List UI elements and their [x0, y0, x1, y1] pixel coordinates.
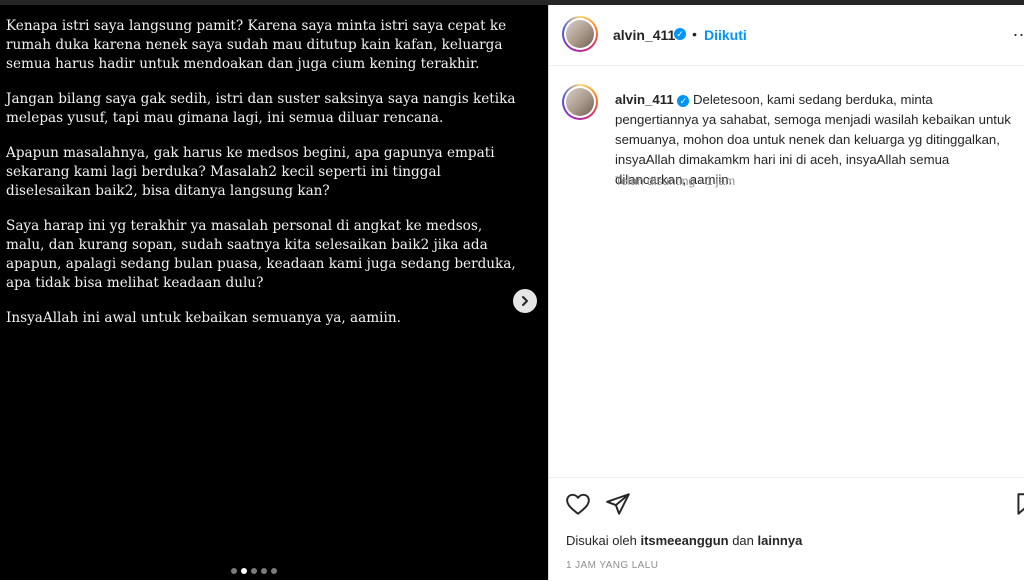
following-button[interactable]: Diikuti [704, 27, 747, 43]
caption-text: Deletesoon, kami sedang berduka, minta p… [615, 92, 1011, 187]
post-sidebar: alvin_411 ✓ • Diikuti ... alvin_411 ✓ De… [548, 5, 1024, 580]
likes-summary: Disukai oleh itsmeeanggun dan lainnya [566, 533, 802, 548]
carousel-dot [261, 568, 267, 574]
likes-prefix: Disukai oleh [566, 533, 637, 548]
caption-avatar[interactable] [562, 84, 598, 120]
story-paragraph: Jangan bilang saya gak sedih, istri dan … [6, 91, 516, 126]
chevron-right-icon [522, 296, 528, 306]
likes-others-link[interactable]: lainnya [758, 533, 803, 548]
story-text: Kenapa istri saya langsung pamit? Karena… [6, 17, 516, 344]
carousel-dot-active [241, 568, 247, 574]
verified-icon: ✓ [674, 28, 686, 40]
carousel-indicator [231, 568, 277, 574]
carousel-dot [251, 568, 257, 574]
bookmark-icon[interactable] [1013, 491, 1024, 517]
story-paragraph: Apapun masalahnya, gak harus ke medsos b… [6, 145, 495, 199]
more-options-icon[interactable]: ... [1013, 20, 1024, 41]
avatar-image [566, 20, 594, 48]
post-timestamp[interactable]: 1 JAM YANG LALU [566, 560, 658, 571]
carousel-dot [231, 568, 237, 574]
post-media[interactable]: Kenapa istri saya langsung pamit? Karena… [0, 5, 548, 580]
caption-meta: Telah disunting · 1 jam [615, 174, 736, 188]
header-username[interactable]: alvin_411 [613, 27, 675, 43]
liker-username[interactable]: itsmeeanggun [640, 533, 728, 548]
share-icon[interactable] [605, 491, 631, 517]
avatar[interactable] [562, 16, 598, 52]
header-separator: • [692, 26, 697, 42]
post-header: alvin_411 ✓ • Diikuti ... [549, 5, 1024, 66]
next-slide-button[interactable] [513, 289, 537, 313]
carousel-dot [271, 568, 277, 574]
likes-conj: dan [732, 533, 754, 548]
caption-username[interactable]: alvin_411 [615, 92, 674, 107]
avatar-image [566, 88, 594, 116]
story-paragraph: Kenapa istri saya langsung pamit? Karena… [6, 18, 507, 72]
heart-icon[interactable] [565, 491, 591, 517]
story-paragraph: Saya harap ini yg terakhir ya masalah pe… [6, 218, 516, 291]
post-actions: Disukai oleh itsmeeanggun dan lainnya 1 … [549, 477, 1024, 581]
story-paragraph: InsyaAllah ini awal untuk kebaikan semua… [6, 310, 401, 326]
verified-icon: ✓ [677, 94, 690, 107]
